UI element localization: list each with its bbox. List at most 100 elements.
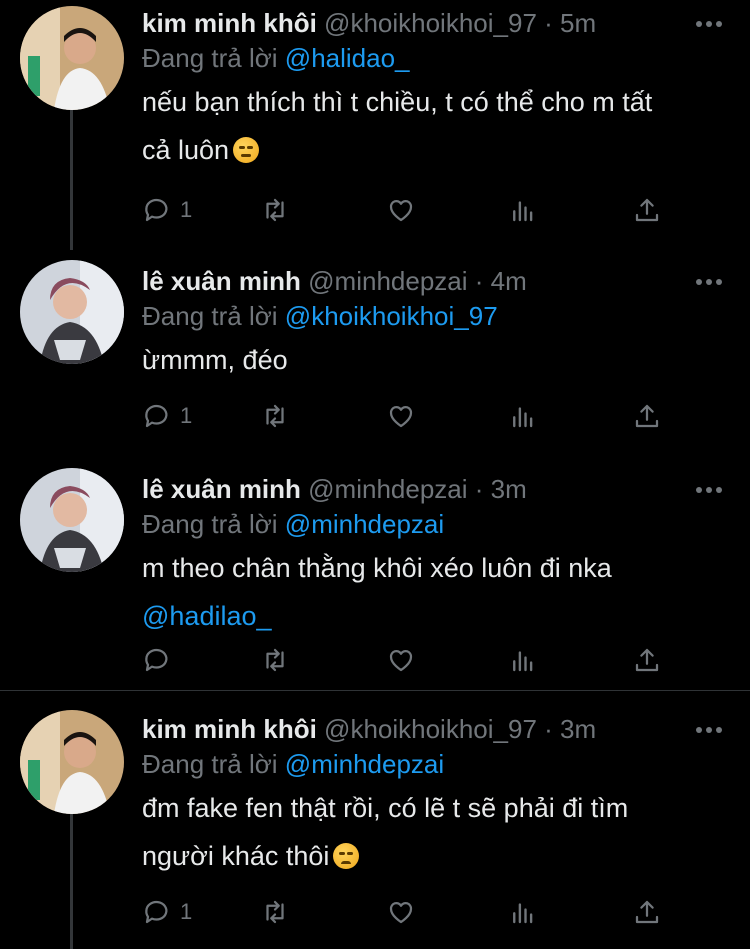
reply-button[interactable]: 1 (142, 398, 192, 434)
reply-icon (145, 900, 168, 924)
share-button[interactable] (632, 398, 662, 434)
analytics-button[interactable] (508, 894, 538, 930)
share-button[interactable] (632, 894, 662, 930)
reply-count: 1 (180, 899, 193, 924)
replying-label: Đang trả lời (142, 749, 278, 779)
tweet-text-line-wrap: người khác thôi (142, 832, 722, 880)
analytics-icon (513, 903, 533, 924)
analytics-icon (513, 407, 533, 428)
avatar-photo-icon (20, 260, 124, 364)
reply-icon (145, 404, 168, 428)
divider (0, 690, 750, 691)
replying-to: Đang trả lời @minhdepzai (142, 509, 444, 539)
separator: · (536, 714, 561, 744)
retweet-icon (266, 404, 284, 428)
replying-label: Đang trả lời (142, 43, 278, 73)
replying-to: Đang trả lời @minhdepzai (142, 749, 444, 779)
replying-to-handle[interactable]: @minhdepzai (285, 749, 444, 779)
tweet[interactable]: lê xuân minh @minhdepzai · 4m Đang trả l… (0, 258, 750, 458)
analytics-icon (513, 201, 533, 222)
tweet-text-line-wrap: cả luôn (142, 126, 722, 174)
tweet-text-line: cả luôn (142, 135, 230, 165)
timestamp[interactable]: 5m (560, 8, 596, 38)
smirking-face-emoji-icon (233, 137, 260, 163)
tweet-text: m theo chân thằng khôi xéo luôn đi nka @… (142, 544, 722, 640)
heart-icon (389, 199, 413, 222)
replying-to-handle[interactable]: @minhdepzai (285, 509, 444, 539)
retweet-button[interactable] (260, 192, 290, 228)
analytics-icon (513, 651, 533, 672)
mention-link[interactable]: @hadilao_ (142, 592, 722, 640)
retweet-icon (266, 900, 284, 924)
replying-to-handle[interactable]: @khoikhoikhoi_97 (285, 301, 498, 331)
display-name[interactable]: lê xuân minh (142, 266, 301, 296)
tweet-text-line: ừmmm, đéo (142, 345, 288, 375)
user-handle[interactable]: @minhdepzai (308, 474, 467, 504)
avatar[interactable] (20, 468, 124, 572)
action-bar: 1 (142, 894, 682, 930)
action-bar (142, 642, 682, 678)
analytics-button[interactable] (508, 398, 538, 434)
user-handle[interactable]: @minhdepzai (308, 266, 467, 296)
like-button[interactable] (386, 642, 416, 678)
replying-to-handle[interactable]: @halidao_ (285, 43, 410, 73)
tweet-text-line: đm fake fen thật rồi, có lẽ t sẽ phải đi… (142, 793, 629, 823)
avatar[interactable] (20, 260, 124, 364)
reply-count: 1 (180, 403, 193, 428)
tweet[interactable]: lê xuân minh @minhdepzai · 3m Đang trả l… (0, 466, 750, 690)
replying-to: Đang trả lời @halidao_ (142, 43, 410, 73)
share-icon (635, 404, 659, 428)
replying-label: Đang trả lời (142, 509, 278, 539)
tweet-header: kim minh khôi @khoikhoikhoi_97 · 3m (142, 714, 680, 744)
share-button[interactable] (632, 642, 662, 678)
like-button[interactable] (386, 398, 416, 434)
heart-icon (389, 405, 413, 428)
analytics-button[interactable] (508, 642, 538, 678)
retweet-icon (266, 198, 284, 222)
avatar-photo-icon (20, 710, 124, 814)
share-button[interactable] (632, 192, 662, 228)
action-bar: 1 (142, 192, 682, 228)
user-handle[interactable]: @khoikhoikhoi_97 (324, 8, 537, 38)
analytics-button[interactable] (508, 192, 538, 228)
reply-button[interactable]: 1 (142, 192, 192, 228)
disappointed-face-emoji-icon (333, 843, 360, 869)
avatar-photo-icon (20, 468, 124, 572)
heart-icon (389, 901, 413, 924)
avatar[interactable] (20, 6, 124, 110)
tweet-text-line: m theo chân thằng khôi xéo luôn đi nka (142, 553, 612, 583)
retweet-button[interactable] (260, 894, 290, 930)
display-name[interactable]: lê xuân minh (142, 474, 301, 504)
retweet-button[interactable] (260, 398, 290, 434)
tweet-header: kim minh khôi @khoikhoikhoi_97 · 5m (142, 8, 680, 38)
more-options-icon[interactable] (696, 726, 722, 734)
reply-button[interactable] (142, 642, 180, 678)
replying-label: Đang trả lời (142, 301, 278, 331)
like-button[interactable] (386, 192, 416, 228)
separator: · (467, 474, 491, 504)
more-options-icon[interactable] (696, 486, 722, 494)
separator: · (536, 8, 561, 38)
user-handle[interactable]: @khoikhoikhoi_97 (324, 714, 537, 744)
share-icon (635, 198, 659, 222)
timestamp[interactable]: 3m (560, 714, 596, 744)
more-options-icon[interactable] (696, 278, 722, 286)
action-bar: 1 (142, 398, 682, 434)
tweet-text: nếu bạn thích thì t chiều, t có thể cho … (142, 78, 722, 174)
reply-count: 1 (180, 197, 193, 222)
tweet[interactable]: kim minh khôi @khoikhoikhoi_97 · 3m Đang… (0, 706, 750, 949)
retweet-icon (266, 648, 284, 672)
timestamp[interactable]: 4m (491, 266, 527, 296)
timestamp[interactable]: 3m (491, 474, 527, 504)
reply-button[interactable]: 1 (142, 894, 192, 930)
replying-to: Đang trả lời @khoikhoikhoi_97 (142, 301, 498, 331)
avatar[interactable] (20, 710, 124, 814)
retweet-button[interactable] (260, 642, 290, 678)
separator: · (467, 266, 491, 296)
display-name[interactable]: kim minh khôi (142, 714, 317, 744)
tweet[interactable]: kim minh khôi @khoikhoikhoi_97 · 5m Đang… (0, 0, 750, 250)
display-name[interactable]: kim minh khôi (142, 8, 317, 38)
more-options-icon[interactable] (696, 20, 722, 28)
tweet-text-line: người khác thôi (142, 841, 330, 871)
like-button[interactable] (386, 894, 416, 930)
